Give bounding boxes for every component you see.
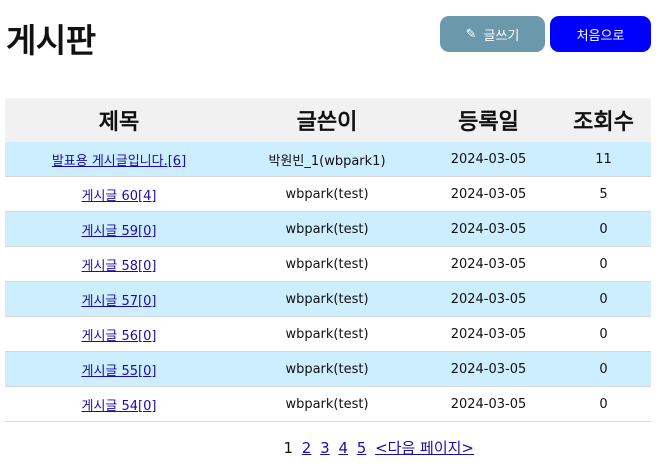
post-link[interactable]: 발표용 게시글입니다.[6] [52, 154, 186, 169]
post-date: 2024-03-05 [421, 316, 556, 352]
post-link[interactable]: 게시글 60[4] [82, 189, 157, 204]
header-views: 조회수 [556, 98, 651, 142]
header-date: 등록일 [421, 98, 556, 142]
current-page: 1 [283, 439, 293, 457]
post-views: 5 [556, 176, 651, 212]
header-title: 제목 [5, 98, 233, 142]
table-row: 게시글 60[4] wbpark(test) 2024-03-05 5 [5, 176, 651, 212]
post-views: 0 [556, 316, 651, 352]
post-author: wbpark(test) [233, 351, 421, 387]
post-author: wbpark(test) [233, 211, 421, 247]
page-link-4[interactable]: 4 [338, 439, 348, 457]
home-button[interactable]: 처음으로 [550, 16, 651, 52]
page-link-5[interactable]: 5 [357, 439, 367, 457]
post-date: 2024-03-05 [421, 386, 556, 422]
post-author: wbpark(test) [233, 316, 421, 352]
pencil-icon: ✎ [465, 26, 477, 42]
table-row: 게시글 58[0] wbpark(test) 2024-03-05 0 [5, 246, 651, 282]
post-author: wbpark(test) [233, 246, 421, 282]
home-button-label: 처음으로 [576, 28, 625, 44]
page-link-2[interactable]: 2 [302, 439, 312, 457]
post-author: wbpark(test) [233, 176, 421, 212]
post-date: 2024-03-05 [421, 211, 556, 247]
post-link[interactable]: 게시글 59[0] [82, 224, 157, 239]
post-author: 박원빈_1(wbpark1) [233, 142, 421, 177]
table-row: 발표용 게시글입니다.[6] 박원빈_1(wbpark1) 2024-03-05… [5, 142, 651, 177]
post-views: 0 [556, 386, 651, 422]
table-row: 게시글 59[0] wbpark(test) 2024-03-05 0 [5, 211, 651, 247]
pagination: 1 2 3 4 5 <다음 페이지> [0, 437, 476, 458]
post-views: 0 [556, 246, 651, 282]
post-link[interactable]: 게시글 56[0] [82, 329, 157, 344]
post-date: 2024-03-05 [421, 176, 556, 212]
next-page-link[interactable]: <다음 페이지> [375, 439, 474, 457]
post-views: 11 [556, 142, 651, 177]
write-button[interactable]: ✎ 글쓰기 [440, 16, 545, 52]
post-date: 2024-03-05 [421, 351, 556, 387]
write-button-label: 글쓰기 [483, 28, 520, 44]
header-author: 글쓴이 [233, 98, 421, 142]
post-link[interactable]: 게시글 54[0] [82, 399, 157, 414]
post-author: wbpark(test) [233, 281, 421, 317]
post-views: 0 [556, 351, 651, 387]
post-date: 2024-03-05 [421, 246, 556, 282]
post-date: 2024-03-05 [421, 281, 556, 317]
post-author: wbpark(test) [233, 386, 421, 422]
post-link[interactable]: 게시글 57[0] [82, 294, 157, 309]
post-views: 0 [556, 211, 651, 247]
table-row: 게시글 57[0] wbpark(test) 2024-03-05 0 [5, 281, 651, 317]
page-link-3[interactable]: 3 [320, 439, 330, 457]
post-link[interactable]: 게시글 58[0] [82, 259, 157, 274]
table-row: 게시글 56[0] wbpark(test) 2024-03-05 0 [5, 316, 651, 352]
table-header-row: 제목 글쓴이 등록일 조회수 [5, 98, 651, 142]
post-link[interactable]: 게시글 55[0] [82, 364, 157, 379]
table-row: 게시글 54[0] wbpark(test) 2024-03-05 0 [5, 386, 651, 422]
post-date: 2024-03-05 [421, 142, 556, 177]
board-table: 제목 글쓴이 등록일 조회수 발표용 게시글입니다.[6] 박원빈_1(wbpa… [5, 98, 651, 422]
table-row: 게시글 55[0] wbpark(test) 2024-03-05 0 [5, 351, 651, 387]
page-title: 게시판 [6, 21, 96, 60]
post-views: 0 [556, 281, 651, 317]
